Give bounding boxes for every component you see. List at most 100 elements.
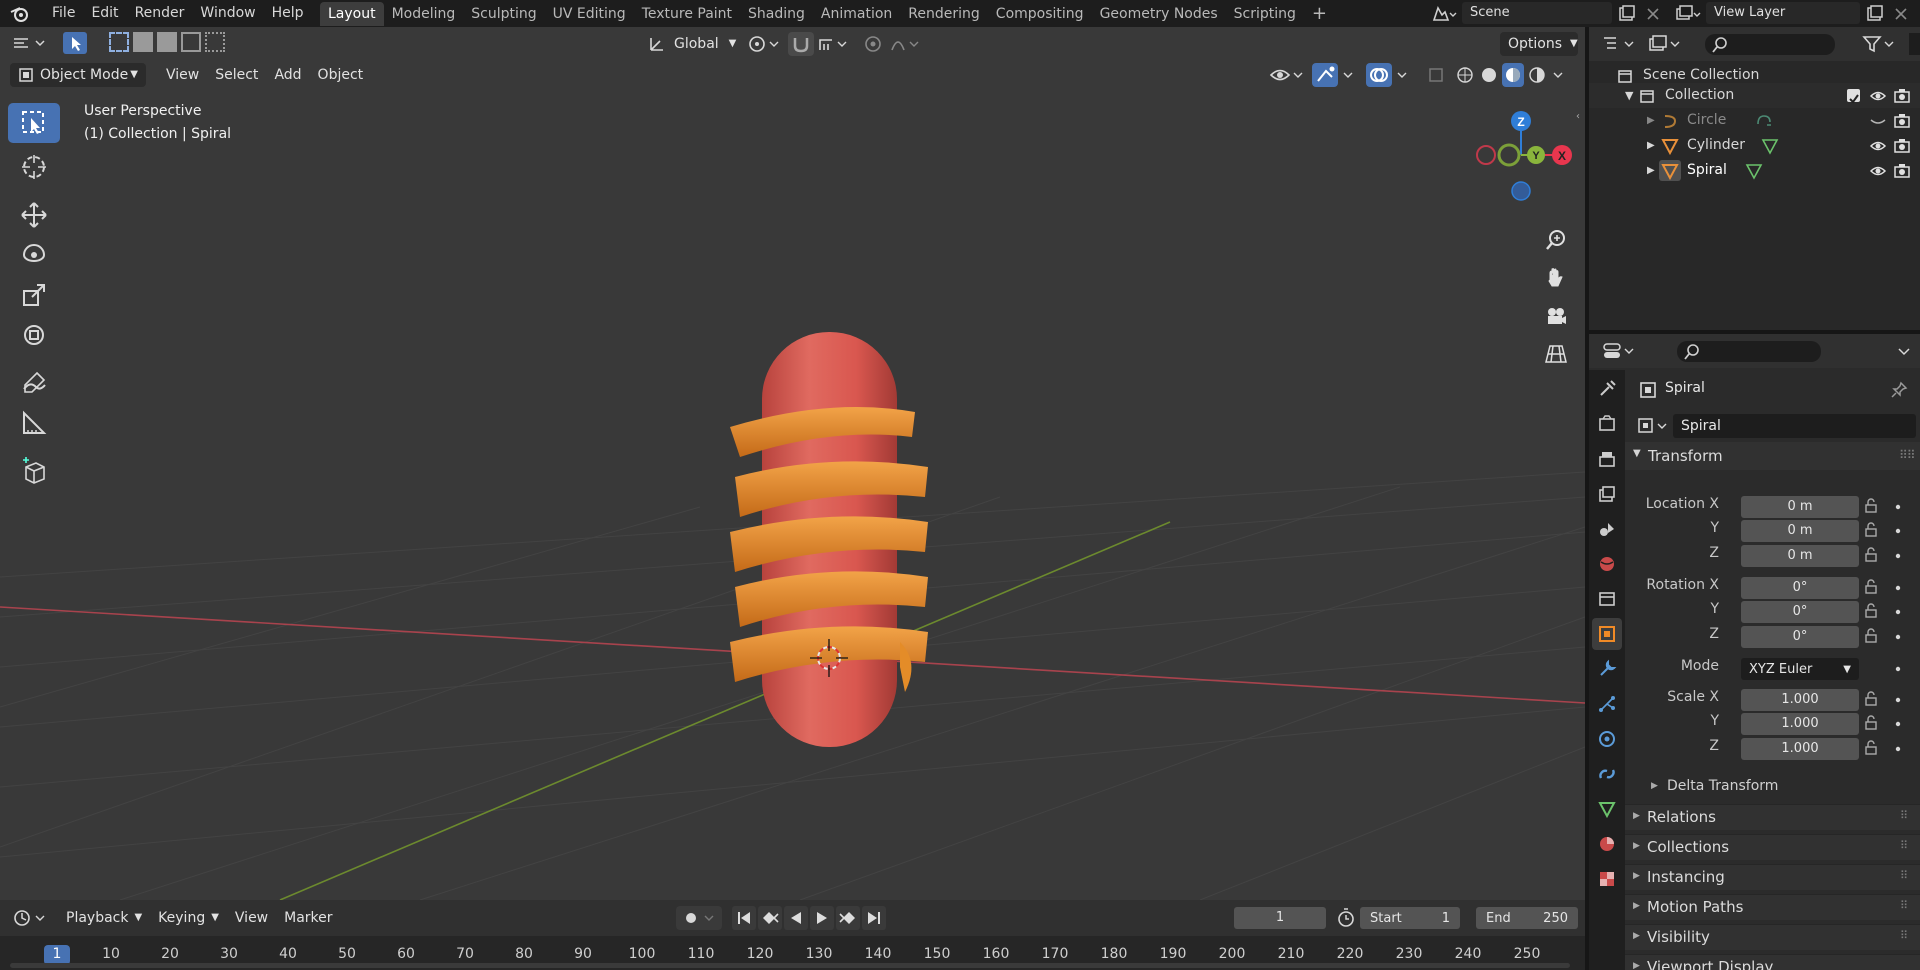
collection-tab-icon[interactable]	[1592, 583, 1622, 615]
proportional-editing-icon[interactable]	[860, 32, 886, 56]
panel-viewport-display[interactable]: ▶ Viewport Display	[1625, 954, 1920, 970]
eye-closed-icon[interactable]	[1869, 112, 1887, 130]
pan-hand-icon[interactable]	[1539, 261, 1573, 295]
scale-y-field[interactable]: 1.000	[1741, 713, 1859, 735]
select-mode-button[interactable]	[63, 32, 87, 54]
drag-handle-icon[interactable]: ⠿	[1900, 839, 1908, 852]
drag-handle-icon[interactable]: ⠿	[1900, 929, 1908, 942]
sidebar-toggle-icon[interactable]: ‹	[1576, 111, 1580, 122]
object-browse-dropdown[interactable]	[1633, 414, 1673, 438]
rotation-y-field[interactable]: 0°	[1741, 601, 1859, 623]
panel-visibility[interactable]: ▶ Visibility ⠿	[1625, 924, 1920, 950]
properties-options-icon[interactable]	[1893, 340, 1915, 362]
material-tab-icon[interactable]	[1592, 828, 1622, 860]
menu-window[interactable]: Window	[192, 0, 263, 27]
orientation-dropdown[interactable]: Global ▼	[640, 32, 744, 56]
menu-view[interactable]: View	[158, 63, 207, 87]
navigation-gizmo[interactable]: Y X Z	[1472, 103, 1582, 213]
gizmo-toggle-icon[interactable]	[1312, 63, 1338, 87]
measure-tool-button[interactable]	[8, 403, 60, 443]
start-frame-field[interactable]: Start 1	[1360, 907, 1460, 929]
blender-logo-icon[interactable]	[10, 4, 30, 24]
xray-toggle-icon[interactable]	[1426, 63, 1448, 87]
texture-tab-icon[interactable]	[1592, 863, 1622, 895]
pivot-point-icon[interactable]	[746, 32, 782, 56]
new-view-layer-icon[interactable]	[1864, 3, 1886, 25]
drag-handle-icon[interactable]: ⠿	[1900, 809, 1908, 822]
tab-texture-paint[interactable]: Texture Paint	[634, 2, 740, 26]
view-layer-tab-icon[interactable]	[1592, 478, 1622, 510]
output-tab-icon[interactable]	[1592, 443, 1622, 475]
outliner-row-circle[interactable]: ▶ Circle	[1589, 108, 1920, 133]
drag-handle-icon[interactable]: ⠿	[1900, 869, 1908, 882]
eye-icon[interactable]	[1869, 162, 1887, 180]
play-reverse-icon[interactable]	[784, 906, 808, 930]
add-cube-tool-button[interactable]	[8, 451, 60, 491]
location-z-field[interactable]: 0 m	[1741, 545, 1859, 567]
menu-view[interactable]: View	[227, 906, 276, 930]
close-view-layer-icon[interactable]	[1890, 3, 1912, 25]
panel-relations[interactable]: ▶ Relations ⠿	[1625, 804, 1920, 830]
world-tab-icon[interactable]	[1592, 548, 1622, 580]
tab-rendering[interactable]: Rendering	[900, 2, 988, 26]
menu-edit[interactable]: Edit	[83, 0, 126, 27]
panel-instancing[interactable]: ▶ Instancing ⠿	[1625, 864, 1920, 890]
location-y-field[interactable]: 0 m	[1741, 520, 1859, 542]
expand-arrow-icon[interactable]: ▶	[1647, 108, 1655, 133]
stopwatch-icon[interactable]	[1334, 906, 1358, 930]
timeline-editor-type-icon[interactable]	[12, 907, 52, 929]
cursor-tool-button[interactable]	[8, 147, 60, 187]
rotation-x-field[interactable]: 0°	[1741, 577, 1859, 599]
current-frame-field[interactable]: 1	[1234, 907, 1326, 929]
camera-view-icon[interactable]	[1539, 299, 1573, 333]
new-scene-icon[interactable]	[1616, 3, 1638, 25]
drag-handle-icon[interactable]: ⠿	[1900, 899, 1908, 912]
transform-tool-button[interactable]	[8, 315, 60, 355]
filter-icon[interactable]	[1861, 33, 1901, 55]
snap-target-icon[interactable]	[816, 32, 852, 56]
outliner-editor-type-icon[interactable]	[1601, 33, 1639, 55]
snap-toggle-icon[interactable]	[788, 32, 814, 56]
camera-icon[interactable]	[1893, 87, 1911, 105]
expand-arrow-icon[interactable]: ▶	[1647, 133, 1655, 158]
gizmo-dropdown-icon[interactable]	[1340, 63, 1358, 87]
particles-tab-icon[interactable]	[1592, 688, 1622, 720]
physics-tab-icon[interactable]	[1592, 723, 1622, 755]
scene-name-field[interactable]: Scene	[1462, 2, 1612, 24]
jump-start-icon[interactable]	[732, 906, 756, 930]
shading-dropdown-icon[interactable]	[1550, 63, 1568, 87]
object-tab-icon[interactable]	[1592, 618, 1622, 650]
overlays-dropdown-icon[interactable]	[1394, 63, 1412, 87]
close-scene-icon[interactable]	[1642, 3, 1664, 25]
next-keyframe-icon[interactable]	[836, 906, 860, 930]
outliner-row-collection[interactable]: ▼ Collection	[1589, 83, 1920, 108]
data-tab-icon[interactable]	[1592, 793, 1622, 825]
constraints-tab-icon[interactable]	[1592, 758, 1622, 790]
tab-uv-editing[interactable]: UV Editing	[545, 2, 634, 26]
solid-shading-icon[interactable]	[1478, 63, 1500, 87]
prev-keyframe-icon[interactable]	[758, 906, 782, 930]
tab-sculpting[interactable]: Sculpting	[463, 2, 544, 26]
proportional-falloff-icon[interactable]	[888, 32, 924, 56]
properties-editor-type-icon[interactable]	[1601, 340, 1639, 362]
wireframe-shading-icon[interactable]	[1454, 63, 1476, 87]
expand-arrow-icon[interactable]: ▶	[1647, 158, 1655, 183]
properties-search-input[interactable]	[1677, 341, 1821, 362]
checkbox-icon[interactable]	[1847, 89, 1860, 104]
annotate-tool-button[interactable]	[8, 363, 60, 403]
eye-icon[interactable]	[1869, 87, 1887, 105]
camera-icon[interactable]	[1893, 137, 1911, 155]
scene-tab-icon[interactable]	[1592, 513, 1622, 545]
visibility-icon[interactable]	[1268, 63, 1304, 87]
pin-icon[interactable]	[1889, 380, 1909, 400]
overlays-toggle-icon[interactable]	[1366, 63, 1392, 87]
zoom-icon[interactable]	[1539, 223, 1573, 257]
select-subtract-icon[interactable]	[157, 32, 177, 52]
expand-arrow-icon[interactable]: ▶	[1651, 781, 1658, 791]
panel-motion-paths[interactable]: ▶ Motion Paths ⠿	[1625, 894, 1920, 920]
tab-animation[interactable]: Animation	[813, 2, 900, 26]
tab-layout[interactable]: Layout	[320, 2, 384, 26]
object-name-field[interactable]: Spiral	[1673, 414, 1916, 438]
location-x-field[interactable]: 0 m	[1741, 496, 1859, 518]
select-intersect-icon[interactable]	[205, 32, 225, 52]
